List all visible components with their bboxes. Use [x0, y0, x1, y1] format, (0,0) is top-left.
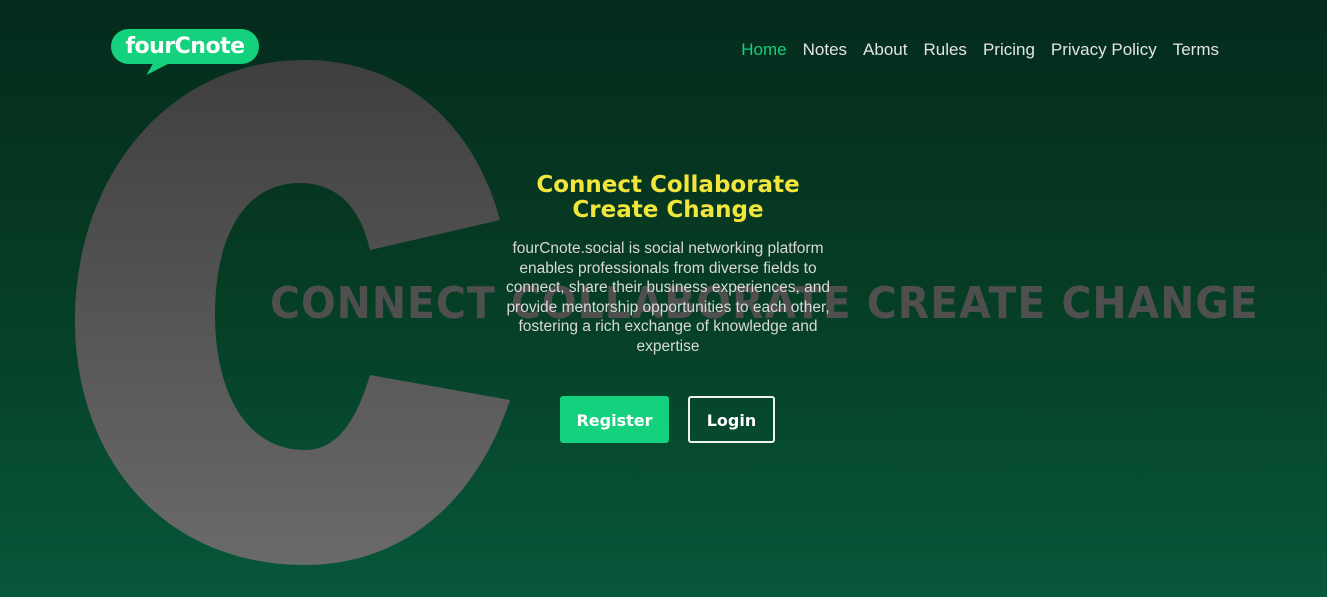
fourcnote-logo[interactable]: fourCnote [111, 29, 259, 77]
nav-item-privacy-policy[interactable]: Privacy Policy [1051, 40, 1157, 60]
hero-section: Connect Collaborate Create Change fourCn… [468, 173, 868, 356]
nav-item-rules[interactable]: Rules [923, 40, 966, 60]
logo-text: fourCnote [125, 34, 245, 59]
nav-item-pricing[interactable]: Pricing [983, 40, 1035, 60]
background-c-letter [75, 60, 510, 565]
main-nav: Home Notes About Rules Pricing Privacy P… [741, 40, 1219, 60]
register-button[interactable]: Register [560, 396, 669, 443]
login-button[interactable]: Login [688, 396, 775, 443]
nav-item-about[interactable]: About [863, 40, 907, 60]
nav-item-notes[interactable]: Notes [803, 40, 847, 60]
hero-title: Connect Collaborate Create Change [468, 173, 868, 223]
hero-title-line-2: Create Change [572, 197, 764, 223]
nav-item-home[interactable]: Home [741, 40, 786, 60]
nav-item-terms[interactable]: Terms [1173, 40, 1219, 60]
hero-title-line-1: Connect Collaborate [536, 172, 800, 198]
hero-description: fourCnote.social is social networking pl… [506, 240, 830, 355]
